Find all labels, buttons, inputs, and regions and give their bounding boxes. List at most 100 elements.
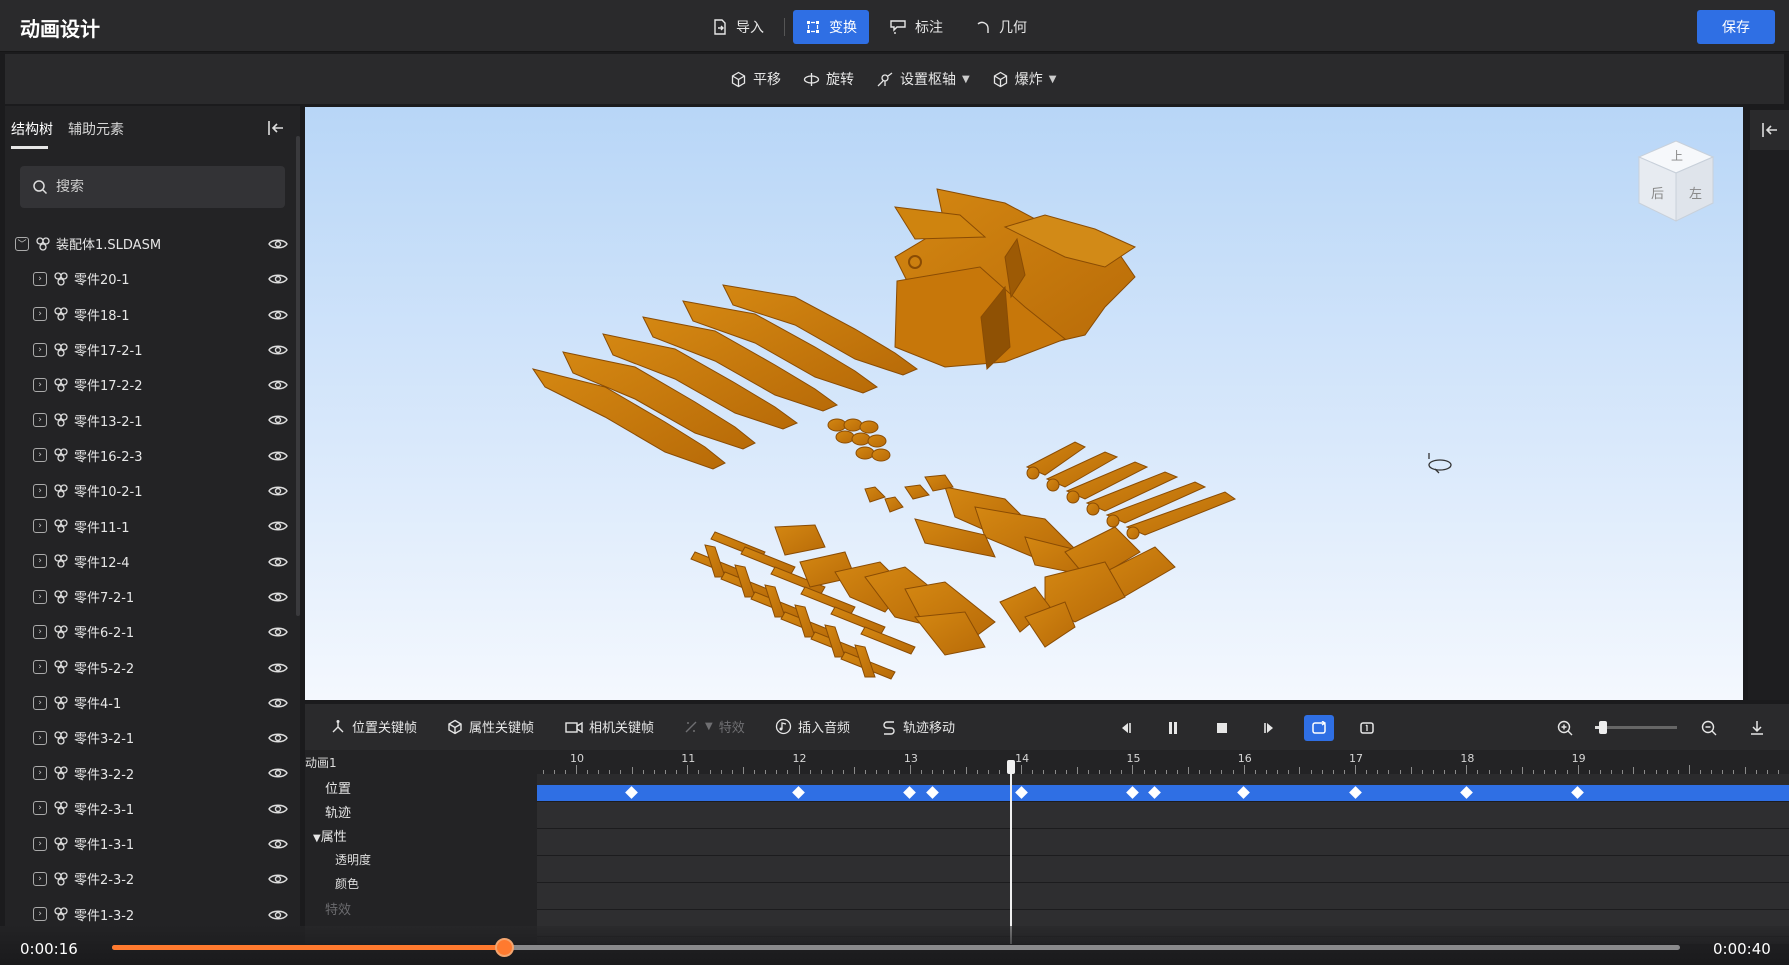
visibility-eye-icon[interactable]	[268, 449, 288, 463]
tree-item[interactable]: › 零件2-3-2	[5, 861, 300, 896]
tree-root-item[interactable]: ﹀ 装配体1.SLDASM	[5, 226, 300, 261]
position-keyframe-track[interactable]	[537, 785, 1789, 802]
tree-item[interactable]: › 零件18-1	[5, 297, 300, 332]
expand-toggle-icon[interactable]: ›	[33, 871, 47, 886]
zoom-in-button[interactable]	[1550, 715, 1580, 741]
playback-progress-bar[interactable]	[112, 938, 1680, 957]
zoom-out-button[interactable]	[1694, 715, 1724, 741]
save-button[interactable]: 保存	[1697, 10, 1775, 44]
stop-button[interactable]	[1207, 715, 1237, 741]
tree-item[interactable]: › 零件3-2-1	[5, 720, 300, 755]
expand-toggle-icon[interactable]: ›	[33, 907, 47, 922]
visibility-eye-icon[interactable]	[268, 237, 288, 251]
visibility-eye-icon[interactable]	[268, 519, 288, 533]
progress-handle[interactable]	[495, 938, 514, 957]
visibility-eye-icon[interactable]	[268, 766, 288, 780]
expand-toggle-icon[interactable]: ›	[33, 483, 47, 498]
view-cube-left-face[interactable]: 左	[1689, 183, 1702, 202]
visibility-eye-icon[interactable]	[268, 625, 288, 639]
keyframe-marker[interactable]	[1148, 786, 1162, 799]
visibility-eye-icon[interactable]	[268, 661, 288, 675]
keyframe-marker[interactable]	[1348, 786, 1362, 799]
search-box[interactable]	[20, 166, 285, 208]
expand-toggle-icon[interactable]: ›	[33, 448, 47, 463]
position-keyframe-button[interactable]: 位置关键帧	[330, 717, 417, 736]
expand-toggle-icon[interactable]: ›	[33, 307, 47, 322]
visibility-eye-icon[interactable]	[268, 555, 288, 569]
set-pivot-button[interactable]: 设置枢轴 ▼	[876, 69, 970, 89]
expand-toggle-icon[interactable]: ›	[33, 801, 47, 816]
visibility-eye-icon[interactable]	[268, 696, 288, 710]
visibility-eye-icon[interactable]	[268, 378, 288, 392]
tree-item[interactable]: › 零件12-4	[5, 544, 300, 579]
property-color[interactable]: 颜色	[335, 875, 359, 892]
keyframe-marker[interactable]	[625, 786, 638, 799]
expand-toggle-icon[interactable]: ›	[33, 836, 47, 851]
next-frame-button[interactable]	[1255, 715, 1285, 741]
animation-name[interactable]: 动画1	[305, 754, 337, 771]
tree-item[interactable]: › 零件11-1	[5, 508, 300, 543]
tree-item[interactable]: › 零件17-2-2	[5, 367, 300, 402]
view-cube[interactable]: 上 后 左	[1635, 137, 1717, 227]
tree-item[interactable]: › 零件6-2-1	[5, 614, 300, 649]
rotate-button[interactable]: 旋转	[803, 69, 854, 89]
property-track[interactable]: 轨迹	[325, 802, 351, 821]
view-cube-back-face[interactable]: 后	[1651, 183, 1664, 202]
move-button[interactable]: 平移	[730, 69, 781, 89]
expand-toggle-icon[interactable]: ›	[33, 695, 47, 710]
expand-toggle-icon[interactable]: ›	[33, 730, 47, 745]
visibility-eye-icon[interactable]	[268, 731, 288, 745]
geometry-button[interactable]: 几何	[963, 10, 1039, 44]
zoom-slider-handle[interactable]	[1599, 721, 1608, 734]
time-ruler[interactable]: 10 11 12 13 14 15 16 17 18 19	[537, 750, 1789, 774]
tree-item[interactable]: › 零件2-3-1	[5, 791, 300, 826]
3d-viewport[interactable]: 上 后 左	[305, 107, 1743, 700]
track-row[interactable]	[537, 856, 1789, 883]
property-keyframe-button[interactable]: 属性关键帧	[447, 717, 534, 736]
loop-button[interactable]	[1304, 715, 1334, 741]
keyframe-marker[interactable]	[1571, 786, 1585, 799]
small-disc-parts[interactable]	[827, 418, 891, 462]
property-opacity[interactable]: 透明度	[335, 851, 371, 868]
keyframe-marker[interactable]	[1126, 786, 1139, 799]
timeline-tracks[interactable]: 10 11 12 13 14 15 16 17 18 19	[537, 750, 1789, 944]
keyframe-marker[interactable]	[1237, 786, 1251, 799]
tree-item[interactable]: › 零件16-2-3	[5, 438, 300, 473]
tree-item[interactable]: › 零件4-1	[5, 685, 300, 720]
tab-auxiliary-elements[interactable]: 辅助元素	[68, 119, 124, 139]
explode-button[interactable]: 爆炸 ▼	[992, 69, 1056, 89]
visibility-eye-icon[interactable]	[268, 484, 288, 498]
expand-toggle-icon[interactable]: ›	[33, 589, 47, 604]
import-button[interactable]: 导入	[700, 10, 776, 44]
tree-item[interactable]: › 零件20-1	[5, 261, 300, 296]
tree-item[interactable]: › 零件10-2-1	[5, 473, 300, 508]
effect-button[interactable]: ▼ 特效	[683, 717, 745, 736]
keyframe-marker[interactable]	[792, 786, 805, 799]
keyframe-marker[interactable]	[903, 786, 917, 799]
timeline-zoom-slider[interactable]	[1595, 721, 1677, 734]
visibility-eye-icon[interactable]	[268, 837, 288, 851]
expand-toggle-icon[interactable]: ›	[33, 554, 47, 569]
property-position[interactable]: 位置	[325, 778, 351, 797]
collapse-panel-icon[interactable]	[265, 117, 287, 139]
expand-right-panel-button[interactable]	[1750, 110, 1789, 150]
visibility-eye-icon[interactable]	[268, 413, 288, 427]
camera-keyframe-button[interactable]: 相机关键帧	[565, 717, 654, 736]
expand-toggle-icon[interactable]: ›	[33, 766, 47, 781]
expand-toggle-icon[interactable]: ›	[33, 624, 47, 639]
tree-item[interactable]: › 零件3-2-2	[5, 755, 300, 790]
visibility-eye-icon[interactable]	[268, 272, 288, 286]
expand-toggle-icon[interactable]: ›	[33, 519, 47, 534]
insert-audio-button[interactable]: 插入音频	[775, 717, 850, 736]
pause-button[interactable]	[1158, 715, 1188, 741]
tab-structure-tree[interactable]: 结构树	[11, 119, 53, 139]
expand-toggle-icon[interactable]: ›	[33, 342, 47, 357]
property-effect[interactable]: 特效	[325, 899, 351, 918]
view-cube-top-face[interactable]: 上	[1671, 147, 1683, 164]
track-row[interactable]	[537, 883, 1789, 910]
visibility-eye-icon[interactable]	[268, 802, 288, 816]
playhead[interactable]	[1010, 760, 1013, 944]
track-row[interactable]	[537, 802, 1789, 829]
keyframe-marker[interactable]	[925, 786, 939, 799]
visibility-eye-icon[interactable]	[268, 908, 288, 922]
